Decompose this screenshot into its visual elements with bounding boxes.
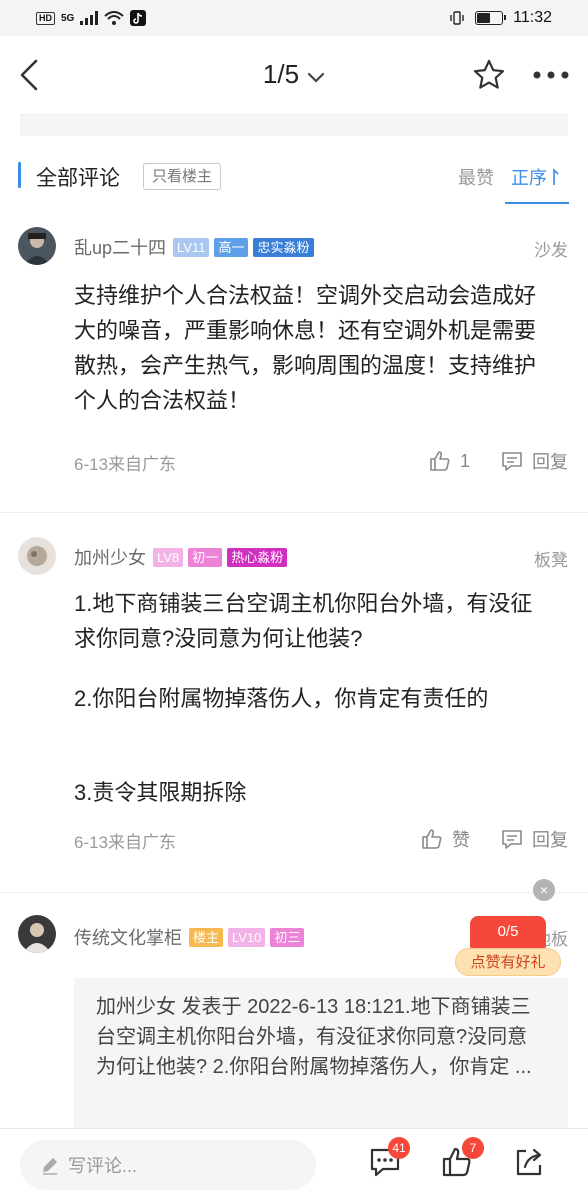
promo-label: 点赞有好礼 — [455, 948, 561, 976]
favorite-button[interactable] — [472, 58, 506, 92]
avatar[interactable] — [18, 915, 56, 953]
tiktok-icon — [130, 10, 147, 26]
like-button[interactable]: 1 — [428, 449, 470, 473]
comments-header: 全部评论 只看楼主 最赞 正序 — [0, 158, 588, 206]
like-gift-promo[interactable]: 0/5 点赞有好礼 — [455, 916, 563, 978]
comment-actions: 赞 回复 — [420, 826, 568, 852]
like-count: 1 — [459, 450, 470, 471]
like-count-badge: 7 — [462, 1137, 484, 1159]
thumb-up-icon — [430, 451, 450, 471]
active-tab-underline — [505, 202, 569, 204]
back-button[interactable] — [18, 58, 40, 92]
star-icon — [473, 59, 505, 89]
comment-meta: 6-13来自广东 — [74, 455, 177, 474]
section-title: 全部评论 — [36, 167, 120, 190]
reply-button[interactable]: 回复 — [500, 826, 568, 852]
network-indicator: 5G — [61, 12, 75, 24]
vibrate-icon — [450, 11, 464, 25]
floor-label: 板凳 — [534, 551, 568, 570]
grade-tag: 高一 — [214, 237, 249, 257]
reply-icon — [502, 830, 522, 849]
post-end-strip — [20, 114, 568, 136]
comment-placeholder: 写评论... — [68, 1156, 138, 1176]
user-line: 传统文化掌柜 楼主 LV10 初三 — [74, 924, 305, 950]
sort-by-order-tab[interactable]: 正序 — [511, 164, 560, 190]
reply-button[interactable]: 回复 — [500, 448, 568, 474]
page-indicator: 1/5 — [262, 58, 300, 89]
reply-icon — [502, 452, 522, 471]
op-tag: 楼主 — [189, 927, 224, 947]
like-button[interactable]: 赞 — [420, 826, 470, 852]
grade-tag: 初一 — [188, 547, 223, 567]
share-icon — [516, 1148, 542, 1176]
like-post-button[interactable]: 7 — [440, 1137, 484, 1184]
username[interactable]: 传统文化掌柜 — [74, 924, 182, 950]
pencil-icon — [43, 1158, 57, 1175]
floor-label: 沙发 — [534, 241, 568, 260]
reply-label: 回复 — [532, 452, 568, 472]
comment-paragraph: 2.你阳台附属物掉落伤人，你肯定有责任的 — [74, 686, 489, 711]
chevron-down-icon — [307, 60, 325, 91]
like-label: 赞 — [452, 830, 470, 850]
comment-actions: 1 回复 — [428, 448, 568, 474]
promo-count: 0/5 — [470, 916, 546, 950]
divider — [0, 892, 588, 893]
signal-icon — [80, 11, 99, 25]
username[interactable]: 加州少女 — [74, 544, 146, 570]
hd-indicator: HD — [36, 11, 55, 25]
section-accent-bar — [18, 162, 21, 188]
comment-paragraph: 3.责令其限期拆除 — [74, 780, 247, 805]
bottom-bar: 写评论... 41 7 — [0, 1128, 588, 1200]
status-left: HD 5G — [36, 10, 147, 26]
comment-meta: 6-13来自广东 — [74, 833, 177, 852]
more-button[interactable] — [532, 70, 570, 80]
only-op-button[interactable]: 只看楼主 — [143, 163, 222, 190]
comment-text: 支持维护个人合法权益！空调外交启动会造成好大的噪音，严重影响休息！还有空调外机是… — [74, 283, 537, 413]
sort-by-likes-tab[interactable]: 最赞 — [458, 164, 494, 190]
comments-button[interactable]: 41 — [368, 1137, 410, 1184]
comment-count-badge: 41 — [388, 1137, 410, 1159]
fan-tag: 忠实淼粉 — [253, 237, 314, 257]
nav-bar: 1/5 — [0, 36, 588, 114]
fan-tag: 热心淼粉 — [227, 547, 288, 567]
avatar[interactable] — [18, 537, 56, 575]
quote-text: 加州少女 发表于 2022-6-13 18:121.地下商铺装三台空调主机你阳台… — [96, 996, 532, 1078]
nav-actions — [472, 58, 570, 92]
battery-icon — [475, 11, 507, 25]
status-bar: HD 5G 11:32 — [0, 0, 588, 36]
back-icon — [20, 59, 38, 91]
share-button[interactable] — [512, 1145, 546, 1184]
promo-close-button[interactable]: × — [533, 879, 555, 901]
level-tag: LV11 — [173, 237, 210, 257]
sort-arrow-icon — [553, 168, 559, 185]
quoted-reply[interactable]: 加州少女 发表于 2022-6-13 18:121.地下商铺装三台空调主机你阳台… — [74, 978, 568, 1128]
thumb-up-icon — [422, 829, 442, 849]
comment-input[interactable]: 写评论... — [20, 1140, 316, 1190]
user-line: 乱up二十四 LV11 高一 忠实淼粉 — [74, 234, 314, 260]
avatar[interactable] — [18, 227, 56, 265]
clock: 11:32 — [513, 9, 552, 26]
user-line: 加州少女 LV8 初一 热心淼粉 — [74, 544, 288, 570]
level-tag: LV8 — [153, 547, 184, 567]
more-icon — [533, 71, 569, 79]
comment-paragraph: 1.地下商铺装三台空调主机你阳台外墙，有没征求你同意?没同意为何让他装? — [74, 591, 533, 651]
level-tag: LV10 — [228, 927, 266, 947]
username[interactable]: 乱up二十四 — [74, 234, 166, 260]
divider — [0, 512, 588, 513]
reply-label: 回复 — [532, 830, 568, 850]
grade-tag: 初三 — [270, 927, 305, 947]
wifi-icon — [104, 11, 125, 25]
sort-order-label: 正序 — [511, 168, 547, 188]
status-right: 11:32 — [449, 9, 552, 27]
